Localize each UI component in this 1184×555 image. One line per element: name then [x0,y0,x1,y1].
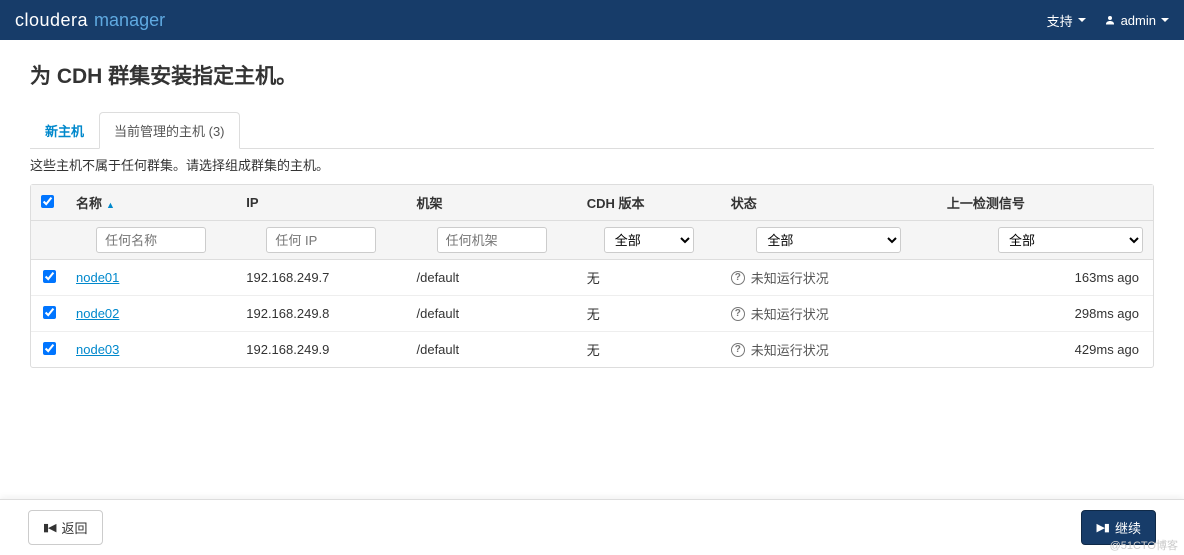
brand-manager: manager [94,10,165,31]
filter-cdh-select[interactable]: 全部 [604,227,694,253]
tab-new-hosts[interactable]: 新主机 [30,112,99,149]
host-link[interactable]: node02 [76,306,119,321]
back-label: 返回 [62,518,88,537]
sort-asc-icon: ▲ [106,200,115,210]
footer: ▮◀ 返回 ▶▮ 继续 [0,499,1184,555]
question-icon: ? [731,271,745,285]
filter-name-input[interactable] [96,227,206,253]
table-row: node03 192.168.249.9 /default 无 ?未知运行状况 … [31,332,1153,368]
question-icon: ? [731,307,745,321]
cell-cdh: 无 [577,332,721,368]
col-cdh[interactable]: CDH 版本 [577,185,721,221]
support-menu[interactable]: 支持 [1047,11,1086,30]
user-label: admin [1121,13,1156,28]
caret-down-icon [1078,18,1086,22]
cell-last: 163ms ago [937,260,1153,296]
row-checkbox[interactable] [43,342,56,355]
hosts-table: 名称▲ IP 机架 CDH 版本 状态 上一检测信号 全部 全部 全部 [30,184,1154,368]
page-title: 为 CDH 群集安装指定主机。 [30,60,1154,90]
filter-rack-input[interactable] [437,227,547,253]
cell-cdh: 无 [577,296,721,332]
row-checkbox[interactable] [43,270,56,283]
table-header-row: 名称▲ IP 机架 CDH 版本 状态 上一检测信号 [31,185,1153,221]
table-filter-row: 全部 全部 全部 [31,221,1153,260]
back-button[interactable]: ▮◀ 返回 [28,510,103,545]
brand-cloudera: cloudera [15,10,88,31]
tab-current-hosts[interactable]: 当前管理的主机 (3) [99,112,240,149]
select-all-checkbox[interactable] [41,195,54,208]
watermark: @51CTO博客 [1110,537,1178,553]
tabs: 新主机 当前管理的主机 (3) [30,112,1154,149]
content: 为 CDH 群集安装指定主机。 新主机 当前管理的主机 (3) 这些主机不属于任… [0,40,1184,448]
cell-last: 429ms ago [937,332,1153,368]
navbar: cloudera manager 支持 admin [0,0,1184,40]
question-icon: ? [731,343,745,357]
table-row: node01 192.168.249.7 /default 无 ?未知运行状况 … [31,260,1153,296]
table-row: node02 192.168.249.8 /default 无 ?未知运行状况 … [31,296,1153,332]
cell-last: 298ms ago [937,296,1153,332]
cell-rack: /default [407,260,577,296]
brand[interactable]: cloudera manager [15,10,165,31]
user-menu[interactable]: admin [1104,13,1169,28]
cell-ip: 192.168.249.7 [236,260,406,296]
filter-last-select[interactable]: 全部 [998,227,1143,253]
filter-ip-input[interactable] [266,227,376,253]
host-link[interactable]: node01 [76,270,119,285]
cell-ip: 192.168.249.8 [236,296,406,332]
continue-label: 继续 [1115,518,1141,537]
cell-cdh: 无 [577,260,721,296]
col-rack[interactable]: 机架 [407,185,577,221]
nav-right: 支持 admin [1047,11,1169,30]
host-link[interactable]: node03 [76,342,119,357]
cell-status: ?未知运行状况 [731,340,927,359]
user-icon [1104,14,1116,26]
cell-rack: /default [407,332,577,368]
cell-status: ?未知运行状况 [731,304,927,323]
cell-ip: 192.168.249.9 [236,332,406,368]
caret-down-icon [1161,18,1169,22]
filter-status-select[interactable]: 全部 [756,227,901,253]
skip-back-icon: ▮◀ [43,521,56,534]
skip-forward-icon: ▶▮ [1096,521,1109,534]
row-checkbox[interactable] [43,306,56,319]
col-ip[interactable]: IP [236,185,406,221]
cell-status: ?未知运行状况 [731,268,927,287]
cell-rack: /default [407,296,577,332]
support-label: 支持 [1047,11,1073,30]
help-text: 这些主机不属于任何群集。请选择组成群集的主机。 [30,155,1154,174]
col-name[interactable]: 名称▲ [66,185,236,221]
col-status[interactable]: 状态 [721,185,937,221]
col-last[interactable]: 上一检测信号 [937,185,1153,221]
